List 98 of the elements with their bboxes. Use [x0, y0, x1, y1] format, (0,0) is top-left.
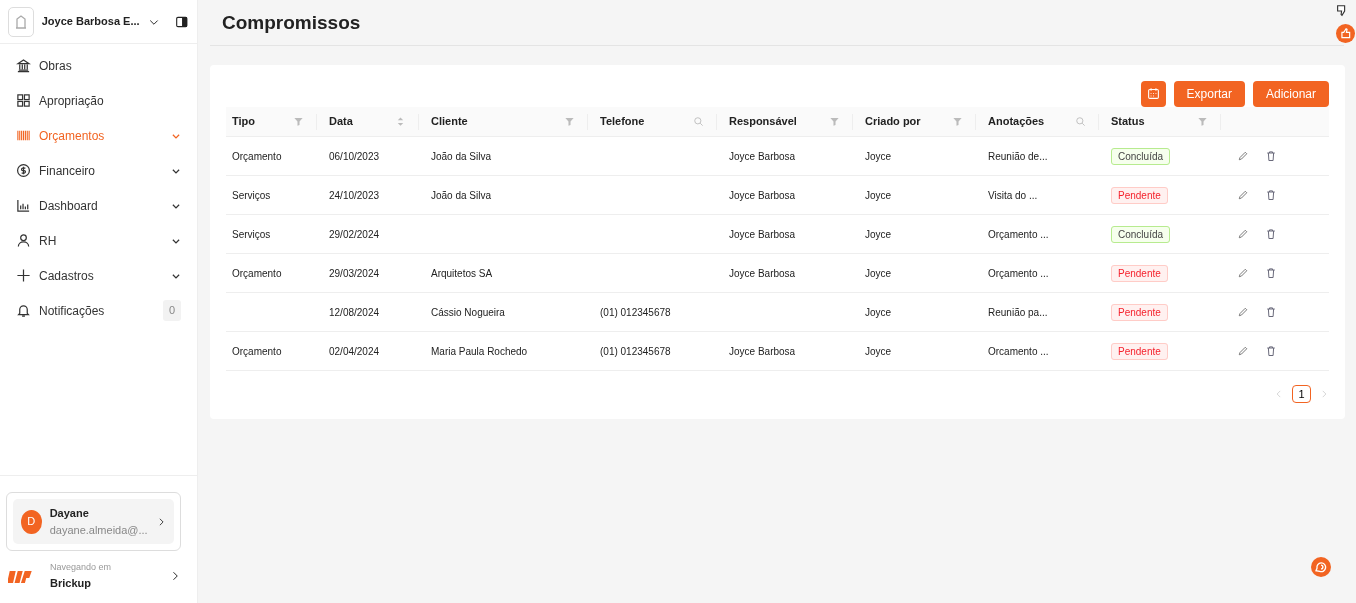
table-cell: Reunião de... [988, 150, 1048, 162]
table-cell: Joyce [865, 228, 892, 240]
company-name[interactable]: Joyce Barbosa E... [41, 13, 140, 30]
chat-icon[interactable] [1311, 557, 1331, 577]
pencil-icon[interactable] [1237, 345, 1249, 358]
column-header: Responsável [729, 114, 798, 130]
page-button[interactable]: 1 [1292, 385, 1311, 404]
table-cell: João da Silva [431, 189, 492, 201]
filter-icon[interactable] [1197, 116, 1208, 128]
table-cell: Joyce Barbosa [729, 189, 796, 201]
table-cell: 06/10/2023 [329, 150, 380, 162]
count-badge: 0 [162, 300, 181, 321]
user-card[interactable]: D Dayane dayane.almeida@... [13, 499, 174, 544]
sidebar-item[interactable]: RH [0, 223, 197, 258]
status-tag: Concluída [1111, 147, 1171, 165]
filter-icon[interactable] [293, 116, 304, 128]
calendar-button[interactable] [1140, 80, 1166, 107]
table-cell: Orçamento [232, 150, 282, 162]
bank-icon [16, 58, 31, 73]
sidebar-item[interactable]: Apropriação [0, 83, 197, 118]
workspace-name: Brickup [50, 575, 92, 591]
table-cell: Orcamento ... [988, 345, 1049, 357]
table-cell: Serviços [232, 189, 271, 201]
table-cell: 02/04/2024 [329, 345, 380, 357]
pencil-icon[interactable] [1237, 267, 1249, 280]
user-name: Dayane [49, 506, 90, 521]
bar-chart-icon [16, 198, 31, 213]
table-cell: Joyce [865, 345, 892, 357]
trash-icon[interactable] [1265, 189, 1277, 202]
table-cell: Joyce [865, 189, 892, 201]
trash-icon[interactable] [1265, 228, 1277, 241]
pencil-icon[interactable] [1237, 306, 1249, 319]
column-header: Cliente [431, 114, 469, 130]
table-cell: Maria Paula Rochedo [431, 345, 528, 357]
barcode-icon [16, 128, 31, 143]
table-cell: Orçamento ... [988, 267, 1049, 279]
calendar-icon [1146, 87, 1160, 101]
pencil-icon[interactable] [1237, 189, 1249, 202]
table-cell: Reunião pa... [988, 306, 1048, 318]
status-tag: Pendente [1111, 342, 1168, 360]
table-cell: 29/03/2024 [329, 267, 380, 279]
table-cell: Joyce [865, 267, 892, 279]
table-cell: Serviços [232, 228, 271, 240]
sidebar-item[interactable]: Financeiro [0, 153, 197, 188]
table-cell: Joyce [865, 306, 892, 318]
pencil-icon[interactable] [1237, 228, 1249, 241]
table-cell: Cássio Nogueira [431, 306, 505, 318]
column-header: Data [329, 114, 354, 130]
thumbs-up-icon[interactable] [1336, 24, 1355, 43]
filter-icon[interactable] [829, 116, 840, 128]
table-cell: Orçamento [232, 267, 282, 279]
workspace-switcher[interactable]: Navegando em Brickup [0, 551, 197, 603]
user-avatar: D [21, 509, 42, 534]
table-cell: 29/02/2024 [329, 228, 380, 240]
sidebar-item[interactable]: Cadastros [0, 258, 197, 293]
dollar-circle-icon [16, 163, 31, 178]
table-cell: 24/10/2023 [329, 189, 380, 201]
sidebar-item[interactable]: Obras [0, 48, 197, 83]
sidebar-item[interactable]: Notificações 0 [0, 293, 197, 328]
table-cell: Arquitetos SA [431, 267, 493, 279]
column-header: Anotações [988, 114, 1046, 130]
trash-icon[interactable] [1265, 345, 1277, 358]
column-header: Criado por [865, 114, 922, 130]
table-cell: (01) 012345678 [600, 345, 671, 357]
column-header: Status [1111, 114, 1146, 130]
table-cell: Visita do ... [988, 189, 1038, 201]
trash-icon[interactable] [1265, 267, 1277, 280]
table-cell: Joyce [865, 150, 892, 162]
workspace-caption: Navegando em [50, 561, 113, 574]
status-tag: Pendente [1111, 186, 1168, 204]
sort-icon[interactable] [395, 116, 406, 128]
grid-icon [16, 93, 31, 108]
table-cell: 12/08/2024 [329, 306, 380, 318]
trash-icon[interactable] [1265, 306, 1277, 319]
bell-icon [16, 303, 31, 318]
user-email: dayane.almeida@... [49, 522, 148, 538]
plus-icon [16, 268, 31, 283]
table-cell: Joyce Barbosa [729, 267, 796, 279]
filter-icon[interactable] [952, 116, 963, 128]
column-header: Telefone [600, 114, 646, 130]
sidebar-item[interactable]: Dashboard [0, 188, 197, 223]
search-icon[interactable] [693, 116, 704, 128]
table-cell: Joyce Barbosa [729, 150, 796, 162]
status-tag: Pendente [1111, 264, 1168, 282]
column-header: Tipo [232, 114, 256, 130]
table-cell: Orçamento ... [988, 228, 1049, 240]
table-cell: (01) 012345678 [600, 306, 671, 318]
table-cell: Joyce Barbosa [729, 345, 796, 357]
table-cell: Joyce Barbosa [729, 228, 796, 240]
person-icon [16, 233, 31, 248]
search-icon[interactable] [1075, 116, 1086, 128]
pencil-icon[interactable] [1237, 150, 1249, 163]
status-tag: Concluída [1111, 225, 1171, 243]
filter-icon[interactable] [564, 116, 575, 128]
trash-icon[interactable] [1265, 150, 1277, 163]
status-tag: Pendente [1111, 303, 1168, 321]
table-cell: João da Silva [431, 150, 492, 162]
table-cell: Orçamento [232, 345, 282, 357]
